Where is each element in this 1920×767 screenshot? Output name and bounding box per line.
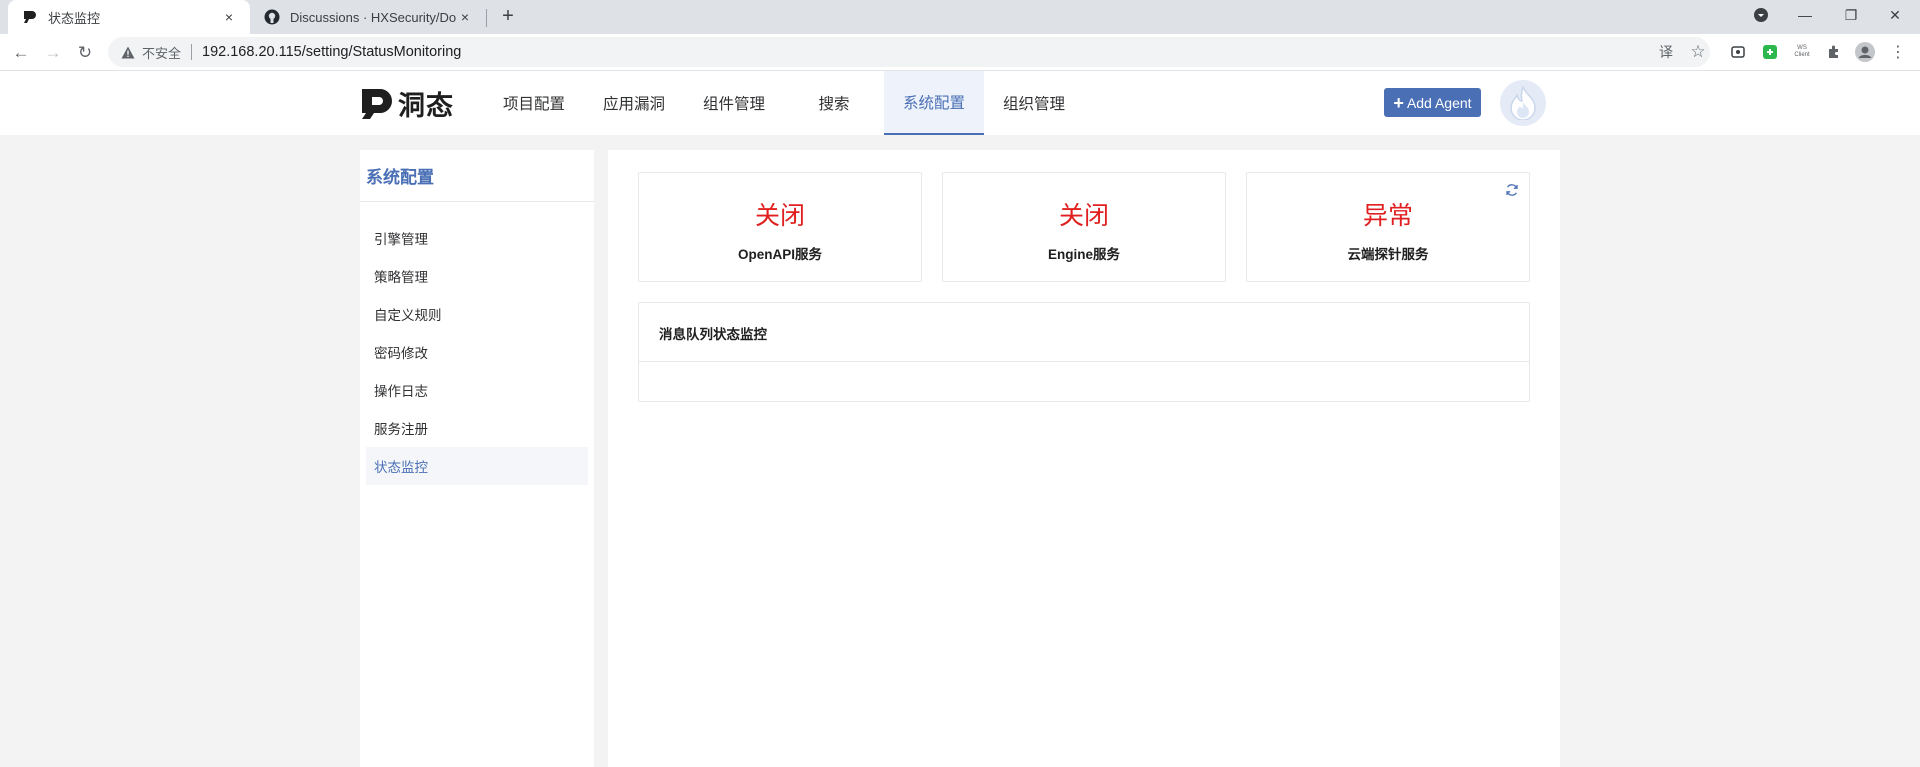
close-tab-icon[interactable]: × (456, 8, 474, 26)
address-bar[interactable]: 不安全 192.168.20.115/setting/StatusMonitor… (108, 37, 1710, 67)
sidebar: 系统配置 引擎管理 策略管理 自定义规则 密码修改 操作日志 服务注册 状态监控 (360, 150, 594, 767)
sidebar-item-engine-mgmt[interactable]: 引擎管理 (366, 219, 588, 257)
back-button[interactable]: ← (8, 40, 34, 66)
status-value: 关闭 (1058, 202, 1109, 230)
add-agent-button[interactable]: + Add Agent (1384, 88, 1481, 117)
status-label: 云端探针服务 (1347, 247, 1429, 262)
profile-menu-icon[interactable] (1738, 0, 1784, 30)
nav-project-config[interactable]: 项目配置 (490, 71, 578, 135)
status-card-cloud-probe: 异常 云端探针服务 (1246, 172, 1530, 282)
sidebar-divider (360, 201, 594, 202)
status-value: 关闭 (754, 202, 805, 230)
sidebar-item-status-monitoring[interactable]: 状态监控 (366, 447, 588, 485)
add-agent-label: Add Agent (1406, 94, 1472, 111)
status-label: Engine服务 (1047, 247, 1120, 262)
browser-tab-status-monitoring[interactable]: 状态监控 × (8, 0, 250, 34)
dongtai-favicon-icon (22, 9, 38, 25)
flame-icon (1510, 86, 1536, 120)
browser-menu-icon[interactable]: ⋮ (1888, 42, 1908, 62)
sidebar-item-custom-rules[interactable]: 自定义规则 (366, 295, 588, 333)
nav-search[interactable]: 搜索 (790, 71, 878, 135)
warning-icon (120, 44, 136, 60)
tab-title: Discussions · HXSecurity/DongTai (290, 9, 456, 25)
bookmark-star-icon[interactable]: ☆ (1688, 42, 1708, 62)
new-tab-button[interactable]: + (497, 6, 519, 28)
nav-component-mgmt[interactable]: 组件管理 (690, 71, 778, 135)
profile-avatar-icon[interactable] (1855, 42, 1875, 62)
translate-icon[interactable]: 译 (1656, 42, 1676, 62)
ws-client-extension-icon[interactable]: WS Client (1790, 42, 1814, 62)
browser-tab-strip: 状态监控 × Discussions · HXSecurity/DongTai … (0, 0, 1920, 34)
status-value: 异常 (1362, 202, 1413, 230)
message-queue-panel: 消息队列状态监控 (638, 302, 1530, 402)
reload-button[interactable]: ↻ (72, 40, 98, 66)
nav-app-vulns[interactable]: 应用漏洞 (590, 71, 678, 135)
extension-green-icon[interactable] (1760, 42, 1780, 62)
status-card-engine: 关闭 Engine服务 (942, 172, 1226, 282)
extension-screenshot-icon[interactable] (1728, 42, 1748, 62)
forward-button[interactable]: → (40, 40, 66, 66)
nav-system-config[interactable]: 系统配置 (884, 71, 984, 135)
plus-icon: + (1393, 92, 1404, 113)
address-separator (191, 44, 193, 60)
github-icon (264, 9, 280, 25)
main-content: 关闭 OpenAPI服务 关闭 Engine服务 异常 云端探针服务 消息队列状… (608, 150, 1560, 767)
insecure-label: 不安全 (142, 45, 182, 61)
user-avatar[interactable] (1500, 80, 1546, 126)
close-tab-icon[interactable]: × (220, 8, 238, 26)
sidebar-item-password-change[interactable]: 密码修改 (366, 333, 588, 371)
browser-tab-discussions[interactable]: Discussions · HXSecurity/DongTai × (250, 0, 486, 34)
panel-divider (639, 361, 1529, 362)
url-text[interactable]: 192.168.20.115/setting/StatusMonitoring (202, 44, 461, 60)
status-label: OpenAPI服务 (737, 247, 822, 262)
nav-org-mgmt[interactable]: 组织管理 (990, 71, 1078, 135)
close-window-button[interactable]: ✕ (1872, 0, 1918, 30)
sidebar-item-service-registration[interactable]: 服务注册 (366, 409, 588, 447)
tab-title: 状态监控 (48, 10, 101, 26)
message-queue-title: 消息队列状态监控 (659, 327, 767, 342)
sidebar-title: 系统配置 (366, 168, 434, 187)
sidebar-item-strategy-mgmt[interactable]: 策略管理 (366, 257, 588, 295)
refresh-icon[interactable] (1504, 182, 1520, 198)
dongtai-logo[interactable]: 洞态 (360, 87, 454, 121)
maximize-button[interactable]: ❐ (1828, 0, 1874, 30)
extensions-puzzle-icon[interactable] (1824, 42, 1844, 62)
minimize-button[interactable]: — (1782, 0, 1828, 30)
browser-toolbar: ← → ↻ 不安全 192.168.20.115/setting/StatusM… (0, 34, 1920, 71)
app-header: 洞态 项目配置 应用漏洞 组件管理 搜索 系统配置 组织管理 + Add Age… (0, 71, 1920, 135)
dongtai-logo-icon (362, 89, 392, 119)
status-card-openapi: 关闭 OpenAPI服务 (638, 172, 922, 282)
tab-separator (486, 9, 487, 27)
sidebar-item-operation-log[interactable]: 操作日志 (366, 371, 588, 409)
logo-text: 洞态 (398, 90, 454, 121)
